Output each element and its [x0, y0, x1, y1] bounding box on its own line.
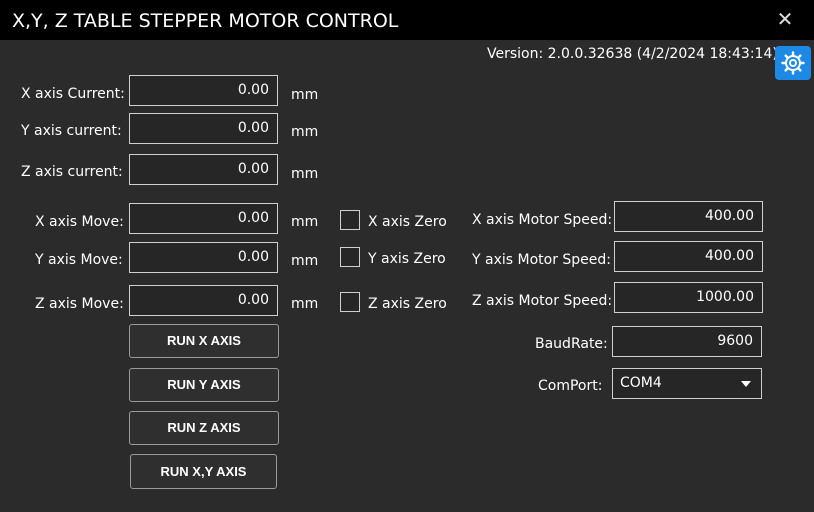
x-speed-field[interactable]: 400.00	[614, 201, 763, 232]
app-window: X,Y, Z TABLE STEPPER MOTOR CONTROL ✕ Ver…	[0, 0, 814, 512]
comport-value: COM4	[620, 375, 662, 391]
baudrate-field[interactable]: 9600	[612, 326, 762, 357]
y-speed-field[interactable]: 400.00	[614, 241, 763, 272]
y-current-unit: mm	[291, 124, 319, 140]
baudrate-label: BaudRate:	[535, 336, 608, 352]
x-zero-checkbox[interactable]	[340, 210, 360, 230]
z-current-field[interactable]: 0.00	[129, 154, 278, 185]
comport-label: ComPort:	[538, 378, 603, 394]
window-title: X,Y, Z TABLE STEPPER MOTOR CONTROL	[12, 10, 399, 32]
run-x-axis-button[interactable]: RUN X AXIS	[129, 324, 279, 358]
z-zero-label: Z axis Zero	[368, 296, 447, 312]
z-zero-checkbox[interactable]	[340, 292, 360, 312]
y-zero-label: Y axis Zero	[368, 251, 446, 267]
title-bar: X,Y, Z TABLE STEPPER MOTOR CONTROL ✕	[0, 0, 814, 40]
y-current-field[interactable]: 0.00	[129, 113, 278, 144]
x-current-field[interactable]: 0.00	[129, 75, 278, 106]
y-zero-checkbox[interactable]	[340, 247, 360, 267]
version-text: Version: 2.0.0.32638 (4/2/2024 18:43:14)	[487, 46, 778, 62]
y-speed-label: Y axis Motor Speed:	[472, 252, 612, 268]
y-move-field[interactable]: 0.00	[129, 242, 278, 273]
x-current-label: X axis Current:	[21, 86, 125, 102]
run-y-axis-button[interactable]: RUN Y AXIS	[129, 368, 279, 402]
x-move-field[interactable]: 0.00	[129, 203, 278, 234]
x-move-label: X axis Move:	[35, 214, 124, 230]
z-current-label: Z axis current:	[21, 164, 123, 180]
x-current-unit: mm	[291, 87, 319, 103]
z-speed-label: Z axis Motor Speed:	[472, 293, 613, 309]
chevron-down-icon	[741, 381, 751, 387]
x-zero-label: X axis Zero	[368, 214, 447, 230]
x-move-unit: mm	[291, 214, 319, 230]
z-current-unit: mm	[291, 166, 319, 182]
run-xy-axis-button[interactable]: RUN X,Y AXIS	[130, 454, 277, 489]
y-move-unit: mm	[291, 253, 319, 269]
y-move-label: Y axis Move:	[35, 252, 123, 268]
settings-button[interactable]	[775, 46, 811, 80]
x-speed-label: X axis Motor Speed:	[472, 212, 613, 228]
y-current-label: Y axis current:	[21, 123, 122, 139]
run-z-axis-button[interactable]: RUN Z AXIS	[129, 411, 279, 445]
comport-select[interactable]: COM4	[612, 368, 762, 399]
close-button[interactable]: ✕	[774, 8, 796, 32]
z-move-label: Z axis Move:	[35, 296, 124, 312]
z-move-field[interactable]: 0.00	[129, 285, 278, 316]
z-move-unit: mm	[291, 296, 319, 312]
z-speed-field[interactable]: 1000.00	[614, 282, 763, 313]
gear-icon	[781, 51, 805, 75]
